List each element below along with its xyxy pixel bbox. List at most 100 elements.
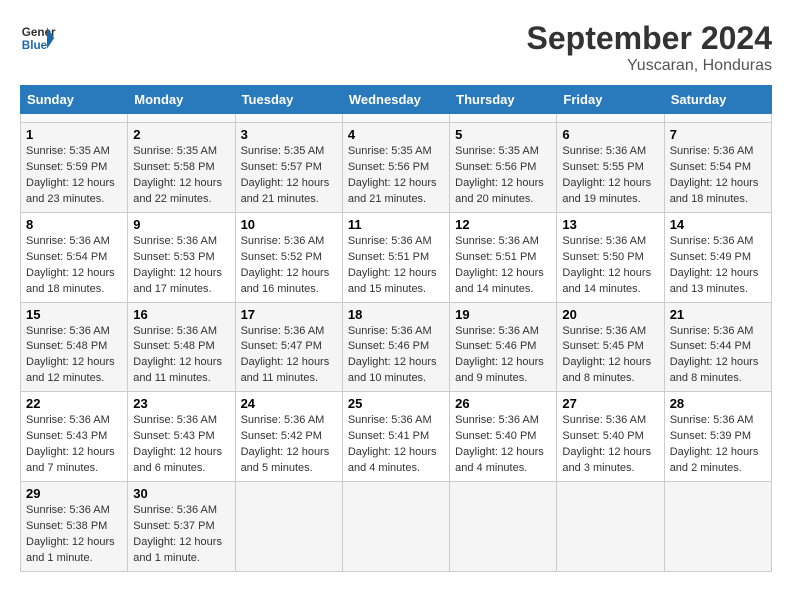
- calendar-cell: [342, 482, 449, 572]
- location-subtitle: Yuscaran, Honduras: [527, 57, 772, 75]
- day-info: Sunrise: 5:36 AM Sunset: 5:53 PM Dayligh…: [133, 234, 229, 298]
- calendar-cell: 12Sunrise: 5:36 AM Sunset: 5:51 PM Dayli…: [450, 212, 557, 302]
- calendar-cell: 4 Sunrise: 5:35 AM Sunset: 5:56 PM Daylig…: [342, 123, 449, 213]
- calendar-cell: 17 Sunrise: 5:36 AM Sunset: 5:47 PM Dayli…: [235, 302, 342, 392]
- day-number: 11: [348, 217, 444, 232]
- day-number: 2: [133, 127, 229, 142]
- page-header: General Blue September 2024 Yuscaran, Ho…: [20, 20, 772, 75]
- calendar-cell: 18 Sunrise: 5:36 AM Sunset: 5:46 PM Dayli…: [342, 302, 449, 392]
- day-number: 19: [455, 307, 551, 322]
- calendar-cell: [342, 114, 449, 123]
- logo-icon: General Blue: [20, 20, 56, 56]
- day-number: 15: [26, 307, 122, 322]
- day-number: 26: [455, 396, 551, 411]
- weekday-header-tuesday: Tuesday: [235, 86, 342, 114]
- day-info: Sunrise: 5:36 AM Sunset: 5:55 PM Dayligh…: [562, 144, 658, 208]
- calendar-cell: 29 Sunrise: 5:36 AM Sunset: 5:38 PM Dayli…: [21, 482, 128, 572]
- logo: General Blue: [20, 20, 56, 56]
- calendar-cell: 9 Sunrise: 5:36 AM Sunset: 5:53 PM Daylig…: [128, 212, 235, 302]
- calendar-cell: 3 Sunrise: 5:35 AM Sunset: 5:57 PM Daylig…: [235, 123, 342, 213]
- day-info: Sunrise: 5:36 AM Sunset: 5:40 PM Dayligh…: [455, 413, 551, 477]
- calendar-cell: 15 Sunrise: 5:36 AM Sunset: 5:48 PM Dayli…: [21, 302, 128, 392]
- day-number: 24: [241, 396, 337, 411]
- day-info: Sunrise: 5:36 AM Sunset: 5:42 PM Dayligh…: [241, 413, 337, 477]
- calendar-cell: 2Sunrise: 5:35 AM Sunset: 5:58 PM Daylig…: [128, 123, 235, 213]
- day-info: Sunrise: 5:36 AM Sunset: 5:38 PM Dayligh…: [26, 503, 122, 567]
- day-number: 13: [562, 217, 658, 232]
- day-info: Sunrise: 5:36 AM Sunset: 5:43 PM Dayligh…: [26, 413, 122, 477]
- day-info: Sunrise: 5:35 AM Sunset: 5:56 PM Dayligh…: [348, 144, 444, 208]
- day-number: 14: [670, 217, 766, 232]
- day-number: 1: [26, 127, 122, 142]
- day-number: 30: [133, 486, 229, 501]
- day-info: Sunrise: 5:36 AM Sunset: 5:51 PM Dayligh…: [348, 234, 444, 298]
- day-info: Sunrise: 5:36 AM Sunset: 5:52 PM Dayligh…: [241, 234, 337, 298]
- day-info: Sunrise: 5:36 AM Sunset: 5:46 PM Dayligh…: [348, 324, 444, 388]
- day-number: 8: [26, 217, 122, 232]
- calendar-cell: [664, 482, 771, 572]
- calendar-cell: 24 Sunrise: 5:36 AM Sunset: 5:42 PM Dayli…: [235, 392, 342, 482]
- day-number: 20: [562, 307, 658, 322]
- calendar-cell: 22Sunrise: 5:36 AM Sunset: 5:43 PM Dayli…: [21, 392, 128, 482]
- day-info: Sunrise: 5:35 AM Sunset: 5:56 PM Dayligh…: [455, 144, 551, 208]
- weekday-header-friday: Friday: [557, 86, 664, 114]
- day-number: 17: [241, 307, 337, 322]
- calendar-cell: 1 Sunrise: 5:35 AM Sunset: 5:59 PM Daylig…: [21, 123, 128, 213]
- day-number: 29: [26, 486, 122, 501]
- day-number: 6: [562, 127, 658, 142]
- calendar-cell: 14 Sunrise: 5:36 AM Sunset: 5:49 PM Dayli…: [664, 212, 771, 302]
- calendar-cell: 6 Sunrise: 5:36 AM Sunset: 5:55 PM Daylig…: [557, 123, 664, 213]
- weekday-header-sunday: Sunday: [21, 86, 128, 114]
- day-number: 27: [562, 396, 658, 411]
- calendar-cell: [450, 114, 557, 123]
- calendar-cell: [450, 482, 557, 572]
- day-number: 9: [133, 217, 229, 232]
- day-number: 21: [670, 307, 766, 322]
- calendar-cell: [557, 114, 664, 123]
- day-number: 18: [348, 307, 444, 322]
- calendar-cell: [235, 482, 342, 572]
- day-info: Sunrise: 5:36 AM Sunset: 5:43 PM Dayligh…: [133, 413, 229, 477]
- calendar-cell: 13Sunrise: 5:36 AM Sunset: 5:50 PM Dayli…: [557, 212, 664, 302]
- svg-text:Blue: Blue: [22, 39, 48, 52]
- calendar-table: SundayMondayTuesdayWednesdayThursdayFrid…: [20, 85, 772, 572]
- calendar-cell: 7Sunrise: 5:36 AM Sunset: 5:54 PM Daylig…: [664, 123, 771, 213]
- calendar-cell: 16Sunrise: 5:36 AM Sunset: 5:48 PM Dayli…: [128, 302, 235, 392]
- calendar-cell: 11 Sunrise: 5:36 AM Sunset: 5:51 PM Dayli…: [342, 212, 449, 302]
- day-info: Sunrise: 5:36 AM Sunset: 5:39 PM Dayligh…: [670, 413, 766, 477]
- calendar-cell: 27Sunrise: 5:36 AM Sunset: 5:40 PM Dayli…: [557, 392, 664, 482]
- weekday-header-wednesday: Wednesday: [342, 86, 449, 114]
- day-number: 28: [670, 396, 766, 411]
- title-block: September 2024 Yuscaran, Honduras: [527, 20, 772, 75]
- calendar-cell: 5 Sunrise: 5:35 AM Sunset: 5:56 PM Daylig…: [450, 123, 557, 213]
- day-number: 23: [133, 396, 229, 411]
- calendar-cell: 8 Sunrise: 5:36 AM Sunset: 5:54 PM Daylig…: [21, 212, 128, 302]
- day-info: Sunrise: 5:36 AM Sunset: 5:45 PM Dayligh…: [562, 324, 658, 388]
- day-info: Sunrise: 5:36 AM Sunset: 5:47 PM Dayligh…: [241, 324, 337, 388]
- day-info: Sunrise: 5:36 AM Sunset: 5:37 PM Dayligh…: [133, 503, 229, 567]
- day-number: 5: [455, 127, 551, 142]
- day-info: Sunrise: 5:36 AM Sunset: 5:54 PM Dayligh…: [26, 234, 122, 298]
- day-info: Sunrise: 5:36 AM Sunset: 5:49 PM Dayligh…: [670, 234, 766, 298]
- weekday-header-saturday: Saturday: [664, 86, 771, 114]
- calendar-cell: 20 Sunrise: 5:36 AM Sunset: 5:45 PM Dayli…: [557, 302, 664, 392]
- calendar-cell: 21Sunrise: 5:36 AM Sunset: 5:44 PM Dayli…: [664, 302, 771, 392]
- calendar-cell: 28 Sunrise: 5:36 AM Sunset: 5:39 PM Dayli…: [664, 392, 771, 482]
- calendar-cell: 23 Sunrise: 5:36 AM Sunset: 5:43 PM Dayli…: [128, 392, 235, 482]
- calendar-cell: [21, 114, 128, 123]
- day-info: Sunrise: 5:35 AM Sunset: 5:57 PM Dayligh…: [241, 144, 337, 208]
- day-number: 25: [348, 396, 444, 411]
- calendar-cell: [235, 114, 342, 123]
- day-info: Sunrise: 5:36 AM Sunset: 5:54 PM Dayligh…: [670, 144, 766, 208]
- day-number: 3: [241, 127, 337, 142]
- day-info: Sunrise: 5:35 AM Sunset: 5:59 PM Dayligh…: [26, 144, 122, 208]
- calendar-cell: 30 Sunrise: 5:36 AM Sunset: 5:37 PM Dayli…: [128, 482, 235, 572]
- calendar-cell: 26 Sunrise: 5:36 AM Sunset: 5:40 PM Dayli…: [450, 392, 557, 482]
- day-info: Sunrise: 5:36 AM Sunset: 5:41 PM Dayligh…: [348, 413, 444, 477]
- day-info: Sunrise: 5:36 AM Sunset: 5:48 PM Dayligh…: [26, 324, 122, 388]
- day-info: Sunrise: 5:36 AM Sunset: 5:46 PM Dayligh…: [455, 324, 551, 388]
- weekday-header-monday: Monday: [128, 86, 235, 114]
- calendar-cell: 25 Sunrise: 5:36 AM Sunset: 5:41 PM Dayli…: [342, 392, 449, 482]
- day-number: 4: [348, 127, 444, 142]
- day-info: Sunrise: 5:36 AM Sunset: 5:48 PM Dayligh…: [133, 324, 229, 388]
